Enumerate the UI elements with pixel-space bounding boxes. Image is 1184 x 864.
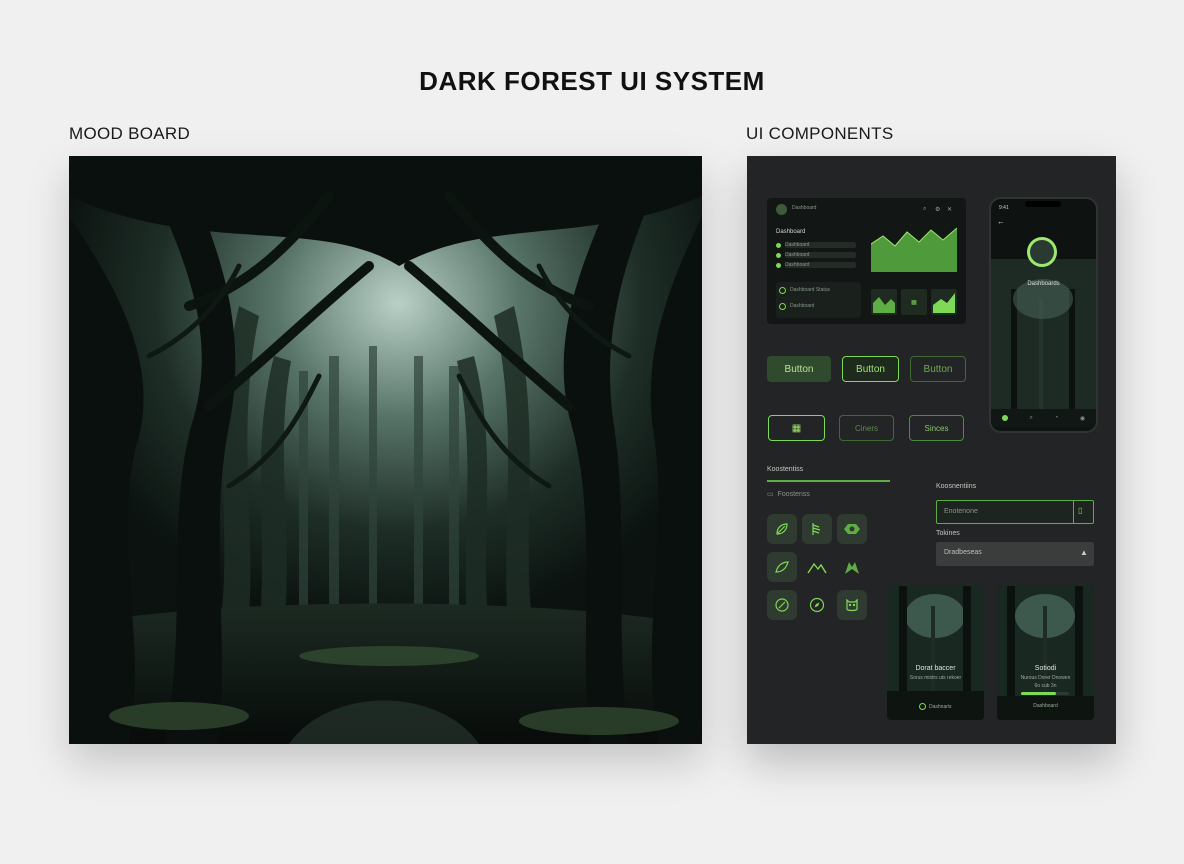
card-subtitle: Sorus mistrs uts rekoer [909,675,962,681]
progress-text: 6o cub 3n [1034,683,1057,689]
mini-chart-tile [871,289,897,315]
ring-icon [919,703,926,710]
secondary-button[interactable]: Ciners [839,415,894,441]
ui-components-label: UI COMPONENTS [746,124,894,143]
area-chart [871,227,957,272]
phone-bottom-nav: ⌕ ◔ ◉ [991,409,1096,427]
text-input[interactable]: Enotenone ▯ [936,500,1094,524]
avatar [776,204,787,215]
ghost-button[interactable]: Button [910,356,966,382]
mountain-icon[interactable] [802,552,832,582]
phone-mockup: 9:41 ← Dashboards ⌕ ◔ ◉ [989,197,1098,433]
wolf-icon[interactable] [837,552,867,582]
content-card[interactable]: Dorat baccer Sorus mistrs uts rekoer Das… [887,586,984,720]
leaf-outline-icon[interactable] [767,552,797,582]
text-input-placeholder: Enotenone [944,508,978,515]
grid-icon: ▦ [791,422,802,434]
phone-notch [1025,201,1061,207]
compass-icon[interactable] [802,590,832,620]
close-icon[interactable]: ✕ [947,206,952,213]
card-footer: Dashnaris [919,703,952,710]
bell-icon[interactable]: ◔ [1055,415,1059,421]
status-dot-icon [776,242,781,248]
input-divider [1073,501,1074,523]
card-title: Sotiodi [1034,665,1057,672]
folder-icon: ▭ [767,491,774,498]
leaf-badge-icon[interactable] [837,514,867,544]
list-item[interactable]: Dashboard [776,298,861,314]
page-title: DARK FOREST UI SYSTEM [419,66,765,96]
leaf-icon[interactable] [767,514,797,544]
card-title: Dorat baccer [915,665,956,672]
mood-board-label: MOOD BOARD [69,124,191,143]
gear-icon[interactable]: ⚙ [935,206,940,213]
card-subtitle: Nurous Dorer Dnowen [1020,675,1071,681]
ring-icon [779,302,786,310]
search-icon[interactable]: ⌕ [1030,415,1033,422]
status-dot-icon [776,262,781,268]
card-forest-image [997,586,1094,720]
phone-time: 9:41 [999,205,1009,211]
status-dot-icon [776,252,781,258]
dashboard-card: Dashboard ⌕ ⚙ ✕ Dashboard Dashboard Dash… [767,198,966,324]
select-dropdown[interactable]: Dradbeseas ▲ [936,542,1094,566]
leaf-circle-icon[interactable] [767,590,797,620]
stat-tile-icon: ▦ [901,289,927,315]
progress-bar [1021,692,1069,695]
tab-label[interactable]: Koostentiss [767,466,803,473]
icon-button[interactable]: ▦ [768,415,825,441]
list-item[interactable]: Dashboard [776,240,856,250]
primary-button[interactable]: Button [767,356,831,382]
home-icon[interactable] [1001,415,1008,421]
card-forest-image [887,586,984,720]
dashboard-header-title: Dashboard [792,205,817,211]
dashboard-section-title: Dashboard [776,229,806,235]
recent-list: Dashboard Status Dashboard [776,282,861,318]
content-card[interactable]: Sotiodi Nurous Dorer Dnowen 6o cub 3n Da… [997,586,1094,720]
list-item[interactable]: Dashboard [776,260,856,270]
card-footer: Dashboard [1033,703,1058,709]
field1-label: Koosnentiins [936,483,977,490]
user-icon[interactable]: ◉ [1080,415,1085,422]
chevron-up-icon[interactable]: ▲ [1080,548,1088,557]
outline-button[interactable]: Button [842,356,899,382]
mini-chart-tile [931,289,957,315]
list-item[interactable]: Dashboard Status [776,282,861,298]
field2-label: Tokines [936,530,960,537]
back-arrow-icon[interactable]: ← [997,217,1005,226]
profile-name: Dashboards [1027,281,1060,287]
list-item[interactable]: Dashboard [776,250,856,260]
dashboard-list: Dashboard Dashboard Dashboard [776,240,856,270]
tertiary-button[interactable]: Sinces [909,415,964,441]
mood-board-image [69,156,702,744]
copy-icon[interactable]: ▯ [1078,506,1082,515]
forest-illustration [69,156,702,744]
ring-icon [779,286,786,294]
select-value: Dradbeseas [944,549,982,556]
fern-icon[interactable] [802,514,832,544]
breadcrumb: ▭ Foostenss [767,490,810,499]
tab-underline [767,480,890,482]
profile-avatar[interactable] [1027,237,1057,267]
progress-bar-fill [1021,692,1056,695]
owl-icon[interactable] [837,590,867,620]
ui-components-panel: Dashboard ⌕ ⚙ ✕ Dashboard Dashboard Dash… [747,156,1116,744]
search-icon[interactable]: ⌕ [923,206,926,213]
